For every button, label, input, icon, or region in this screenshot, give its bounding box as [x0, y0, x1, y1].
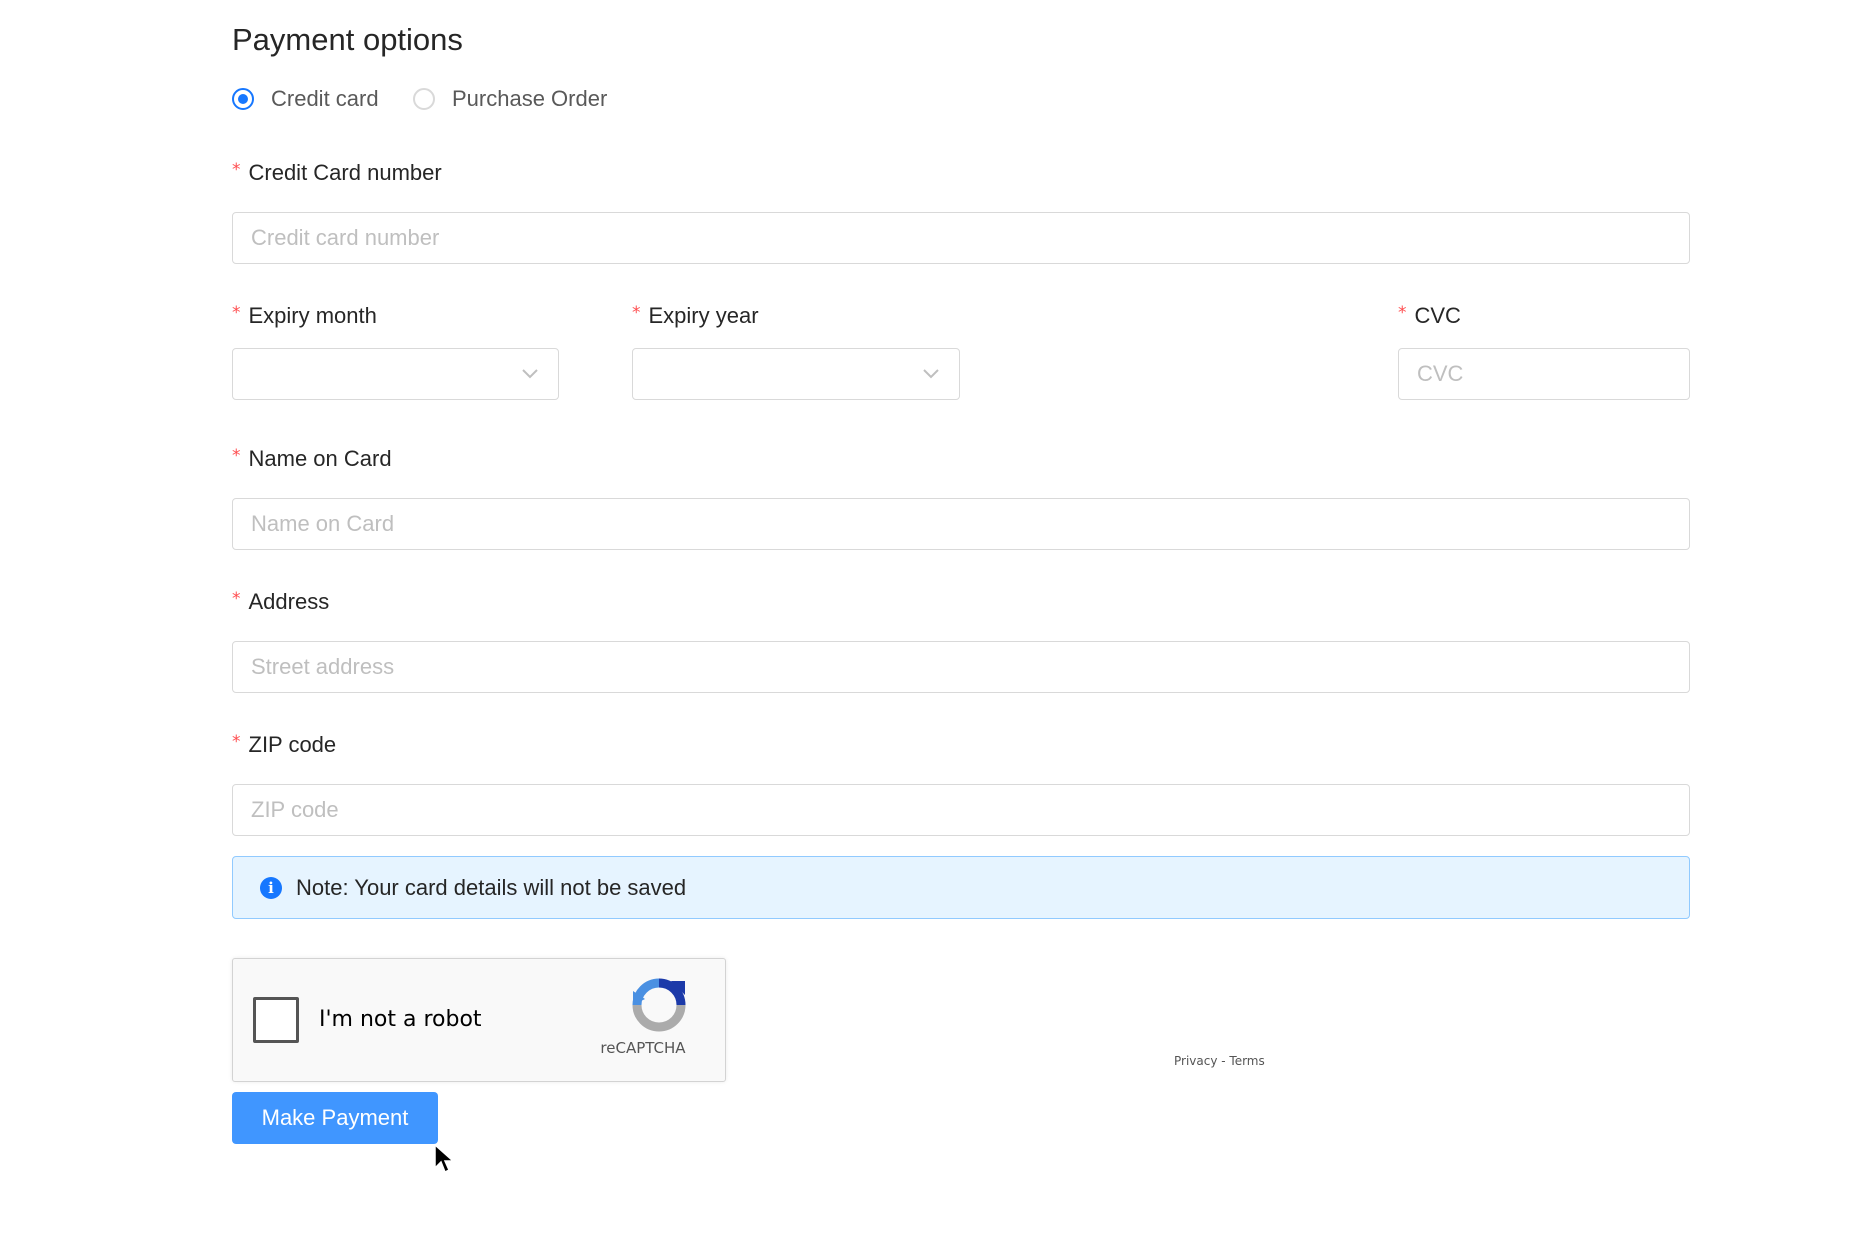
- address-placeholder: Street address: [251, 654, 395, 679]
- card-number-placeholder: Credit card number: [251, 225, 440, 250]
- payment-form-page: Payment options Credit card Purchase Ord…: [0, 0, 1860, 1248]
- address-label: * Address: [232, 589, 330, 614]
- section-title: Payment options: [232, 22, 463, 57]
- recaptcha-checkbox[interactable]: [253, 997, 299, 1043]
- radio-credit-card[interactable]: Credit card: [232, 82, 379, 116]
- radio-checked-icon: [232, 88, 254, 110]
- zip-input[interactable]: ZIP code: [232, 784, 1690, 836]
- required-marker: *: [632, 303, 641, 323]
- address-input[interactable]: Street address: [232, 641, 1690, 693]
- mouse-cursor-icon: [434, 1144, 455, 1174]
- name-on-card-placeholder: Name on Card: [251, 511, 395, 536]
- make-payment-button[interactable]: Make Payment: [232, 1092, 438, 1144]
- card-number-input[interactable]: Credit card number: [232, 212, 1690, 264]
- info-icon: i: [260, 876, 282, 899]
- required-marker: *: [1398, 303, 1407, 323]
- cvc-input[interactable]: CVC: [1398, 348, 1690, 400]
- zip-label: * ZIP code: [232, 732, 337, 757]
- expiry-year-select[interactable]: [632, 348, 960, 400]
- required-marker: *: [232, 446, 241, 466]
- expiry-month-select[interactable]: [232, 348, 559, 400]
- card-note-alert: i Note: Your card details will not be sa…: [232, 856, 1690, 919]
- chevron-down-icon: [522, 369, 538, 379]
- card-number-label: * Credit Card number: [232, 160, 442, 185]
- recaptcha-label: I'm not a robot: [319, 1007, 482, 1032]
- expiry-year-label: * Expiry year: [632, 303, 759, 328]
- expiry-month-label: * Expiry month: [232, 303, 377, 328]
- recaptcha-brand: reCAPTCHA: [600, 1039, 686, 1057]
- radio-label-credit-card: Credit card: [271, 86, 379, 111]
- required-marker: *: [232, 589, 241, 609]
- alert-text: Note: Your card details will not be save…: [296, 874, 687, 900]
- radio-purchase-order[interactable]: Purchase Order: [413, 82, 607, 116]
- name-on-card-input[interactable]: Name on Card: [232, 498, 1690, 550]
- zip-placeholder: ZIP code: [251, 797, 339, 822]
- required-marker: *: [232, 160, 241, 180]
- recaptcha-widget: I'm not a robot reCAPTCHA: [232, 958, 726, 1082]
- name-on-card-label: * Name on Card: [232, 446, 392, 471]
- recaptcha-logo-icon: [632, 978, 686, 1032]
- cvc-placeholder: CVC: [1417, 361, 1464, 386]
- chevron-down-icon: [923, 369, 939, 379]
- cvc-label: * CVC: [1398, 303, 1461, 328]
- radio-label-purchase-order: Purchase Order: [452, 86, 608, 111]
- recaptcha-privacy-terms[interactable]: Privacy - Terms: [1174, 1054, 1265, 1068]
- required-marker: *: [232, 732, 241, 752]
- radio-unchecked-icon: [413, 88, 435, 110]
- required-marker: *: [232, 303, 241, 323]
